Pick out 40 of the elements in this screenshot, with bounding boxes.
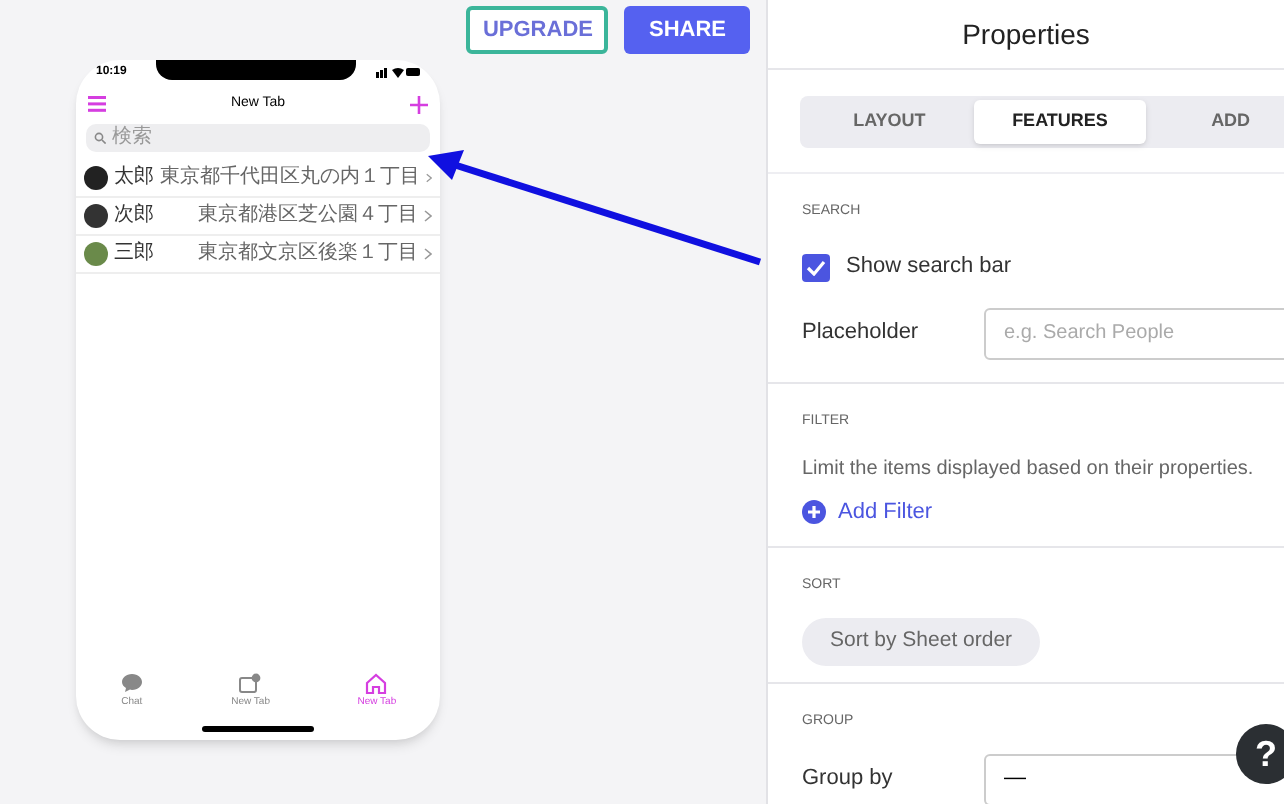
chevron-icon bbox=[426, 172, 432, 184]
row-address: 東京都港区芝公園４丁目 bbox=[196, 206, 418, 226]
search-field[interactable]: 検索 bbox=[86, 124, 430, 152]
row-name: 三郎 bbox=[114, 244, 154, 264]
checkbox[interactable] bbox=[802, 253, 830, 281]
status-icons bbox=[376, 66, 420, 78]
row-address: 東京都文京区後楽１丁目 bbox=[196, 244, 418, 264]
home-indicator bbox=[202, 725, 314, 731]
avatar bbox=[84, 204, 108, 228]
panel-title: Properties bbox=[962, 15, 1090, 54]
row-address: 東京都千代田区丸の内１丁目 bbox=[160, 168, 420, 188]
tab-icon bbox=[238, 672, 263, 696]
tab[interactable]: ADD bbox=[1145, 99, 1284, 143]
field-label: Group by bbox=[802, 764, 895, 795]
list-row[interactable]: 三郎 東京都文京区後楽１丁目 bbox=[76, 236, 440, 274]
row-name: 次郎 bbox=[114, 206, 154, 226]
avatar bbox=[84, 166, 108, 190]
menu-icon[interactable] bbox=[88, 96, 106, 112]
checkbox-label: Show search bar bbox=[846, 252, 1012, 283]
field-label: Placeholder bbox=[802, 318, 921, 349]
add-filter-link[interactable]: Add Filter bbox=[802, 495, 1250, 528]
help-button[interactable]: ? bbox=[1236, 724, 1284, 784]
row-name: 太郎 bbox=[114, 168, 154, 188]
tab[interactable]: LAYOUT bbox=[804, 99, 975, 143]
plus-circle-icon bbox=[802, 499, 826, 524]
home-icon bbox=[364, 672, 389, 696]
avatar bbox=[84, 242, 108, 266]
add-icon[interactable] bbox=[409, 95, 428, 113]
sort-button[interactable]: Sort by Sheet order bbox=[802, 617, 1041, 665]
share-button[interactable]: SHARE bbox=[624, 6, 750, 54]
list-row[interactable]: 太郎 東京都千代田区丸の内１丁目 bbox=[76, 160, 440, 198]
list-row[interactable]: 次郎 東京都港区芝公園４丁目 bbox=[76, 198, 440, 236]
section-description: Limit the items displayed based on their properties. bbox=[802, 455, 1254, 483]
chevron-icon bbox=[424, 248, 432, 260]
chat-bubble-icon bbox=[119, 672, 144, 696]
chevron-icon bbox=[424, 210, 432, 222]
placeholder-field[interactable]: e.g. Search People bbox=[984, 307, 1284, 359]
upgrade-button[interactable]: UPGRADE bbox=[466, 6, 609, 54]
tab[interactable]: FEATURES bbox=[974, 99, 1146, 143]
search-icon bbox=[94, 132, 106, 144]
